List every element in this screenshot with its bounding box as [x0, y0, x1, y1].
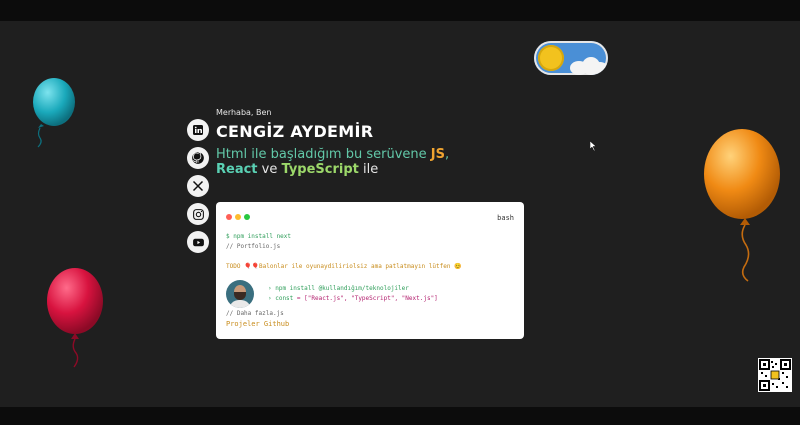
typescript-highlight: TypeScript [281, 162, 359, 177]
intro-text: Html ile başladığım bu serüvene [216, 147, 431, 162]
close-dot[interactable] [226, 214, 232, 220]
x-link[interactable] [187, 175, 209, 197]
top-bar [0, 0, 800, 21]
instagram-link[interactable] [187, 203, 209, 225]
minimize-dot[interactable] [235, 214, 241, 220]
intro-line-1: Html ile başladığım bu serüvene JS, [216, 147, 449, 162]
const-keyword: › const [268, 295, 294, 302]
terminal-todo: TODO 🎈🎈Balonlar ile oyunaydiliriolsiz am… [226, 263, 462, 270]
qr-code-icon [759, 359, 791, 391]
sun-icon [538, 45, 564, 71]
balloon-teal[interactable] [28, 76, 80, 156]
terminal-comment-2: // Daha fazla.js [226, 310, 284, 317]
avatar [226, 280, 254, 308]
js-highlight: JS [430, 147, 445, 162]
cloud-icon [592, 62, 608, 74]
terminal-card: bash $ npm install next // Portfolio.js … [216, 202, 524, 339]
greeting-text: Merhaba, Ben [216, 108, 272, 117]
terminal-comment-1: // Portfolio.js [226, 243, 281, 250]
x-icon [192, 180, 204, 192]
intro-ile: ile [358, 162, 379, 177]
youtube-icon [192, 238, 204, 246]
linkedin-icon [193, 125, 203, 135]
terminal-const-line: › const = ["React.js", "TypeScript", "Ne… [268, 295, 438, 302]
intro-line-2: React ve TypeScript ile [216, 162, 378, 177]
qr-code[interactable] [758, 358, 792, 392]
theme-toggle[interactable] [534, 41, 608, 75]
window-controls [226, 214, 250, 220]
mouse-cursor-icon [590, 141, 597, 151]
balloon-orange[interactable] [700, 128, 784, 288]
youtube-link[interactable] [187, 231, 209, 253]
intro-ve: ve [257, 162, 282, 177]
terminal-label: bash [497, 214, 514, 222]
react-highlight: React [216, 162, 258, 177]
projects-github-link[interactable]: Projeler Github [226, 320, 289, 328]
instagram-icon [192, 208, 204, 220]
bottom-bar [0, 407, 800, 425]
balloon-red[interactable] [44, 266, 106, 376]
terminal-cmd-2: › npm install @kullandığım/teknolojiler [268, 285, 409, 292]
terminal-cmd-1: $ npm install next [226, 233, 292, 240]
github-icon [192, 152, 204, 164]
social-links [187, 119, 209, 259]
github-link[interactable] [187, 147, 209, 169]
maximize-dot[interactable] [244, 214, 250, 220]
intro-comma: , [444, 147, 450, 162]
const-array: = ["React.js", "TypeScript", "Next.js"] [293, 295, 438, 302]
linkedin-link[interactable] [187, 119, 209, 141]
name-heading: CENGİZ AYDEMİR [216, 122, 374, 141]
